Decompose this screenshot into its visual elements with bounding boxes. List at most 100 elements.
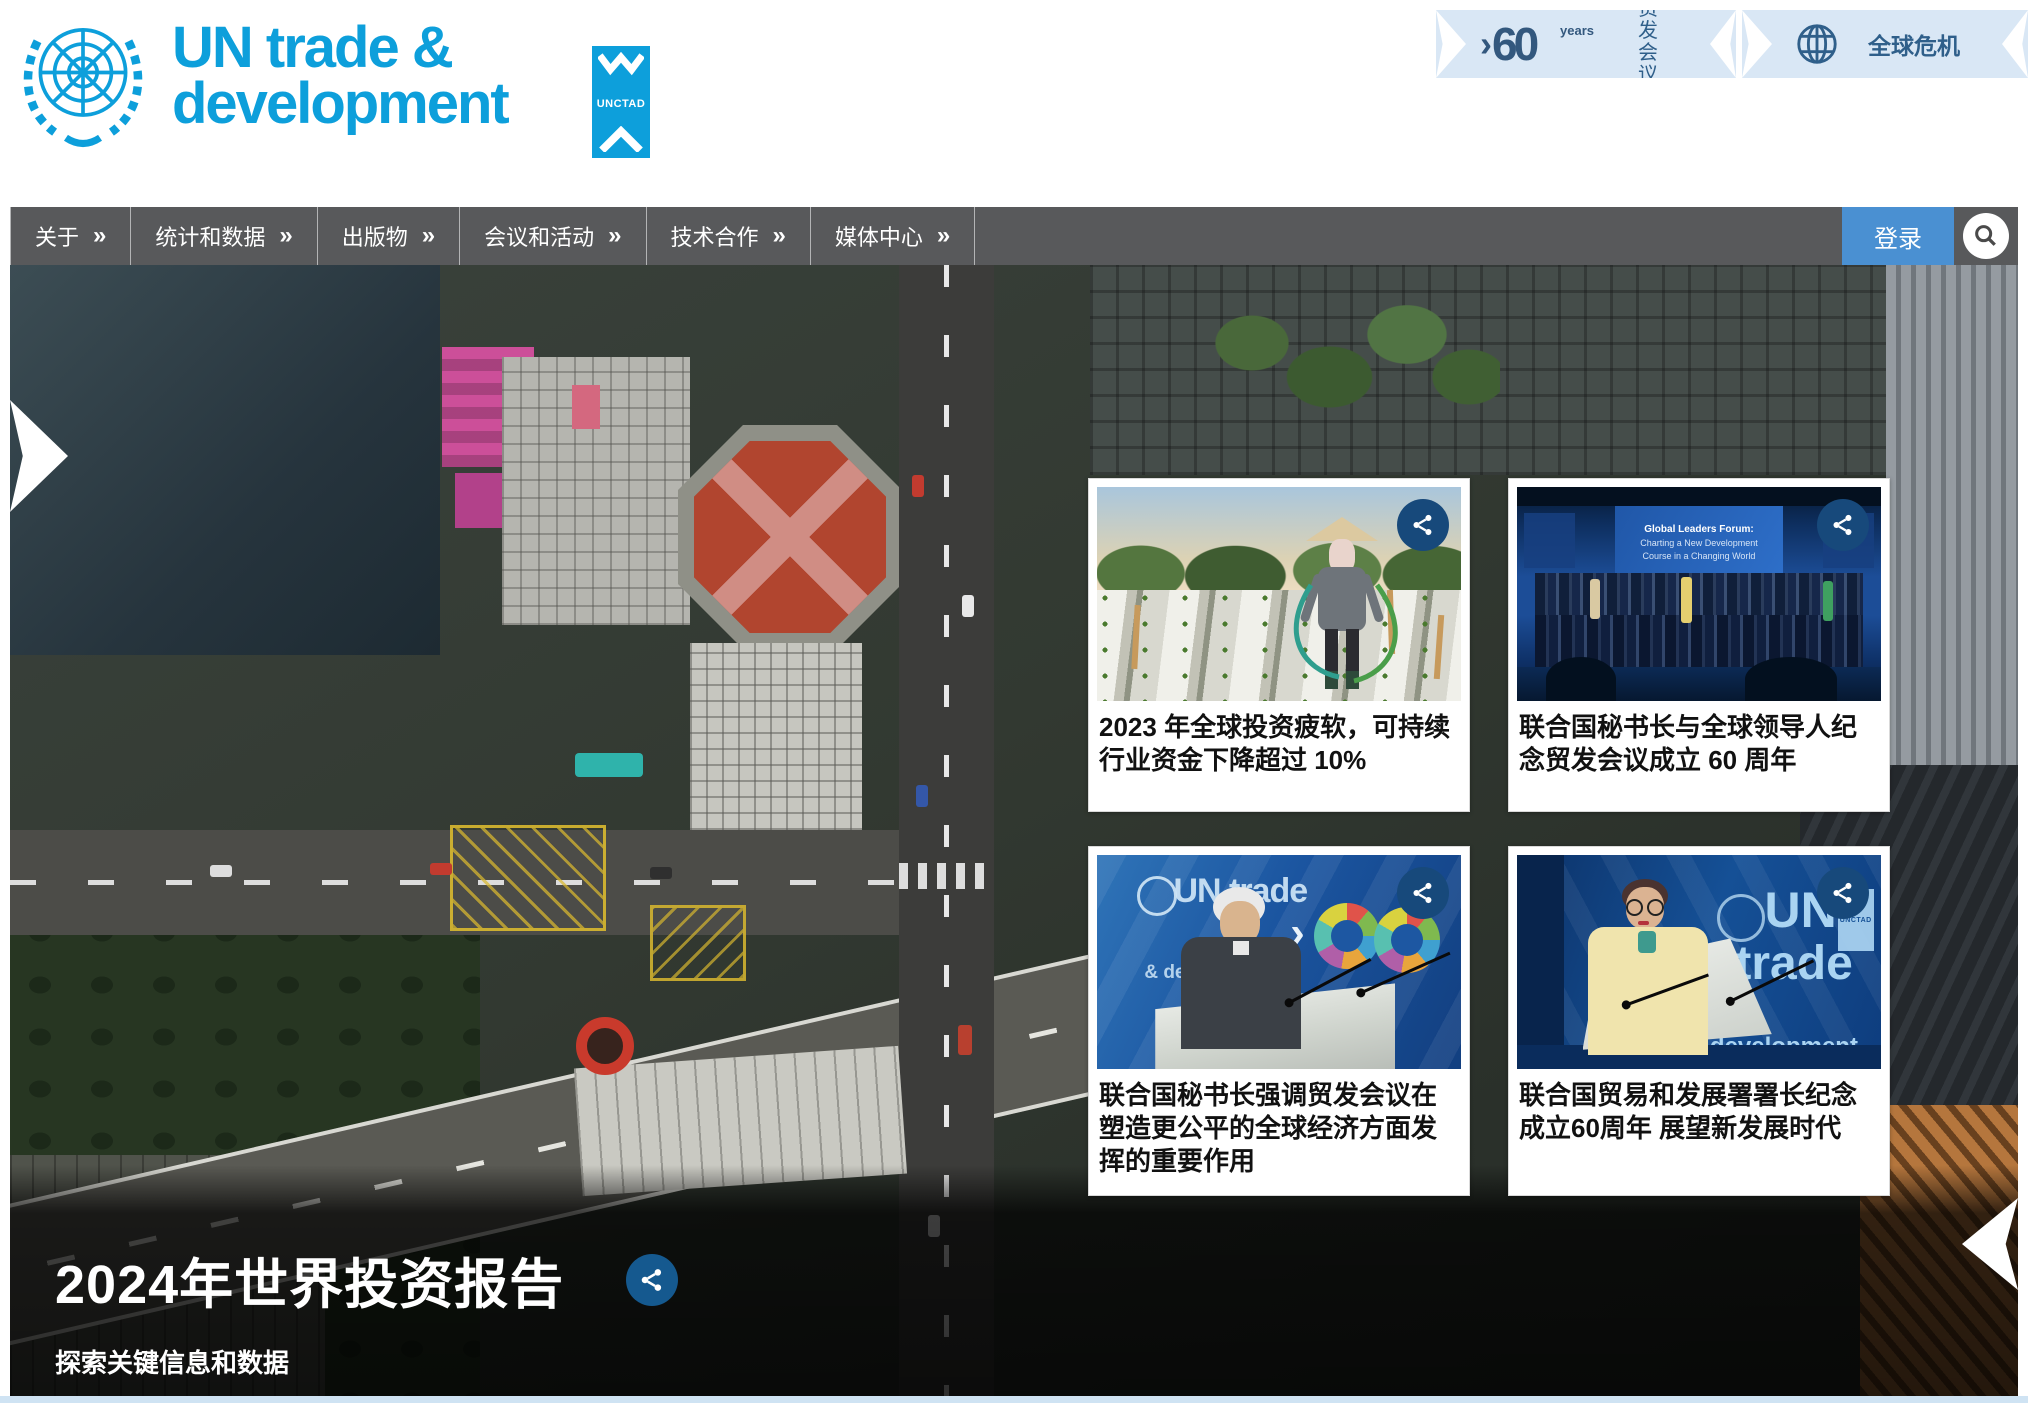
leader-in-green — [1823, 581, 1833, 621]
search-button[interactable] — [1954, 207, 2018, 265]
60-logo-years: years — [1560, 23, 1594, 38]
unctad-homepage: UN trade & development UNCTAD › 60 years — [0, 0, 2028, 1403]
nav-item-media-centre[interactable]: 媒体中心 » — [810, 207, 975, 265]
news-card-3[interactable]: UN trade & development › years — [1088, 846, 1470, 1196]
building-white-highrise — [502, 357, 690, 625]
watering-hoses — [1259, 575, 1429, 695]
share-button[interactable] — [1397, 499, 1449, 551]
backdrop-wordmark: trade — [1735, 936, 1852, 991]
crosswalk — [899, 863, 994, 889]
un-emblem-icon — [12, 10, 154, 152]
tree-canopy — [1190, 275, 1500, 445]
news-image-global-leaders-forum: Global Leaders Forum: Charting a New Dev… — [1517, 487, 1881, 701]
news-card-4[interactable]: UN UNCTAD trade & development — [1508, 846, 1890, 1196]
car — [962, 595, 974, 617]
news-image-unctad-chief-podium: UN UNCTAD trade & development — [1517, 855, 1881, 1069]
unctad-mark-label: UNCTAD — [597, 98, 646, 110]
hero-carousel: 2023 年全球投资疲软，可持续行业资金下降超过 10% Global Lead… — [10, 265, 2018, 1396]
car — [210, 865, 232, 877]
share-button[interactable] — [1397, 867, 1449, 919]
screen-text: Global Leaders Forum: — [1644, 524, 1753, 535]
share-button[interactable] — [1817, 867, 1869, 919]
screen-text: Course in a Changing World — [1643, 551, 1756, 561]
search-circle — [1963, 213, 2009, 259]
building-glass-tower — [10, 265, 440, 655]
lips — [1638, 921, 1649, 925]
nav-label: 出版物 — [342, 220, 408, 252]
site-logo[interactable]: UN trade & development UNCTAD — [12, 10, 508, 152]
news-card-1[interactable]: 2023 年全球投资疲软，可持续行业资金下降超过 10% — [1088, 478, 1470, 812]
share-icon — [1830, 880, 1856, 906]
header-banners: › 60 years 贸发会议60周年 全球危机 — [1436, 10, 2028, 78]
logo-line1: UN trade & — [172, 20, 508, 76]
hero-share-button[interactable] — [626, 1254, 678, 1306]
news-image-secretary-general-podium: UN trade & development › years — [1097, 855, 1461, 1069]
news-title[interactable]: 联合国秘书长强调贸发会议在塑造更公平的全球经济方面发挥的重要作用 — [1089, 1069, 1469, 1178]
news-title[interactable]: 联合国秘书长与全球领导人纪念贸发会议成立 60 周年 — [1509, 701, 1889, 777]
farmer-figure — [1297, 517, 1387, 689]
banner-60-label: 贸发会议60周年 — [1638, 10, 1664, 78]
nav-label: 关于 — [35, 220, 79, 252]
60-logo-number: 60 — [1492, 21, 1535, 67]
unctad-mark-icon: UNCTAD — [592, 46, 650, 158]
site-header: UN trade & development UNCTAD › 60 years — [0, 0, 2028, 207]
hero-caption: 2024年世界投资报告 探索关键信息和数据 — [55, 1240, 678, 1380]
nav-spacer — [975, 207, 1842, 265]
car — [650, 867, 672, 879]
main-nav: 关于 » 统计和数据 » 出版物 » 会议和活动 » 技术合作 » 媒体中心 »… — [10, 207, 2018, 265]
car — [430, 863, 452, 875]
banner-crisis-label: 全球危机 — [1868, 27, 1960, 61]
screen-text: Charting a New Development — [1640, 538, 1758, 548]
banner-global-crisis[interactable]: 全球危机 — [1742, 10, 2028, 78]
octagon-red-roof — [694, 441, 886, 633]
chevron-double-icon: » — [422, 222, 435, 250]
nav-item-about[interactable]: 关于 » — [10, 207, 130, 265]
chevron-double-icon: » — [608, 222, 621, 250]
globe-icon — [1794, 21, 1840, 67]
side-screen — [1524, 513, 1575, 569]
login-button[interactable]: 登录 — [1842, 207, 1954, 265]
share-icon — [1410, 512, 1436, 538]
next-section-edge — [0, 1396, 2028, 1403]
shirt-collar — [1233, 941, 1249, 955]
chevron-double-icon: » — [93, 222, 106, 250]
share-icon — [638, 1266, 666, 1294]
nav-item-publications[interactable]: 出版物 » — [317, 207, 459, 265]
leaders-row-back — [1535, 573, 1863, 620]
nav-label: 会议和活动 — [484, 220, 594, 252]
hero-subtitle: 探索关键信息和数据 — [55, 1343, 678, 1380]
logo-wordmark: UN trade & development — [172, 20, 508, 132]
chevron-double-icon: » — [279, 222, 292, 250]
news-card-2[interactable]: Global Leaders Forum: Charting a New Dev… — [1508, 478, 1890, 812]
nav-label: 媒体中心 — [835, 220, 923, 252]
red-roundabout — [576, 1017, 634, 1075]
speaker-figure — [1173, 887, 1323, 1062]
hero-title[interactable]: 2024年世界投资报告 — [55, 1240, 564, 1319]
car — [912, 475, 924, 497]
60-logo-arrow: › — [1480, 26, 1492, 62]
banner-unctad-60-years[interactable]: › 60 years 贸发会议60周年 — [1436, 10, 1736, 78]
nav-label: 统计和数据 — [155, 220, 265, 252]
teal-blouse — [1638, 931, 1656, 953]
nav-item-statistics-and-data[interactable]: 统计和数据 » — [130, 207, 316, 265]
truck — [958, 1025, 972, 1055]
glasses — [1647, 899, 1664, 916]
share-icon — [1410, 880, 1436, 906]
share-button[interactable] — [1817, 499, 1869, 551]
news-title[interactable]: 联合国贸易和发展署署长纪念成立60周年 展望新发展时代 — [1509, 1069, 1889, 1145]
news-title[interactable]: 2023 年全球投资疲软，可持续行业资金下降超过 10% — [1089, 701, 1469, 777]
nav-item-technical-cooperation[interactable]: 技术合作 » — [646, 207, 810, 265]
rooftop-pool — [575, 753, 643, 777]
nav-item-meetings-and-events[interactable]: 会议和活动 » — [459, 207, 645, 265]
stage-edge — [1517, 855, 1564, 1069]
skyscraper-right — [1886, 265, 2018, 785]
unctad-mark-top-chevron-icon — [598, 52, 644, 82]
60-years-logo-icon: › 60 years — [1480, 21, 1612, 67]
chevron-double-icon: » — [773, 222, 786, 250]
glasses — [1626, 899, 1643, 916]
car — [916, 785, 928, 807]
audience-silhouette — [1745, 657, 1837, 701]
main-screen: Global Leaders Forum: Charting a New Dev… — [1615, 506, 1782, 579]
audience-silhouette — [1546, 657, 1616, 701]
conical-hat — [1306, 517, 1378, 541]
